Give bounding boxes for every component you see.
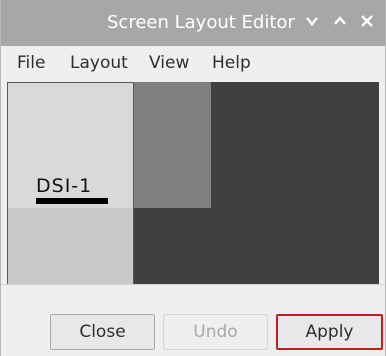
minimize-button[interactable]: [303, 14, 321, 32]
menu-file[interactable]: File: [17, 53, 45, 73]
menu-help[interactable]: Help: [212, 53, 251, 73]
menu-layout[interactable]: Layout: [70, 53, 128, 73]
undo-button[interactable]: Undo: [163, 314, 268, 350]
menu-bar: File Layout View Help: [1, 46, 385, 80]
apply-button[interactable]: Apply: [276, 314, 383, 350]
monitor-dsi-1[interactable]: DSI-1: [7, 82, 134, 285]
maximize-button[interactable]: [331, 14, 349, 32]
chevron-up-icon: [334, 16, 346, 25]
chevron-down-icon: [306, 17, 318, 26]
layout-canvas[interactable]: DSI-1: [7, 82, 379, 285]
monitor-primary-bar: [36, 198, 108, 204]
close-window-button[interactable]: [358, 14, 376, 32]
window-title: Screen Layout Editor: [107, 12, 295, 33]
menu-view[interactable]: View: [149, 53, 189, 73]
close-button[interactable]: Close: [50, 314, 155, 350]
title-bar[interactable]: Screen Layout Editor: [1, 0, 385, 46]
close-icon: [361, 15, 373, 27]
monitor-ghost-outline: [133, 82, 211, 208]
button-row: Close Undo Apply: [1, 284, 385, 356]
screen-layout-editor-window: Screen Layout Editor File Layout View He…: [0, 0, 386, 356]
monitor-label: DSI-1: [36, 175, 93, 197]
